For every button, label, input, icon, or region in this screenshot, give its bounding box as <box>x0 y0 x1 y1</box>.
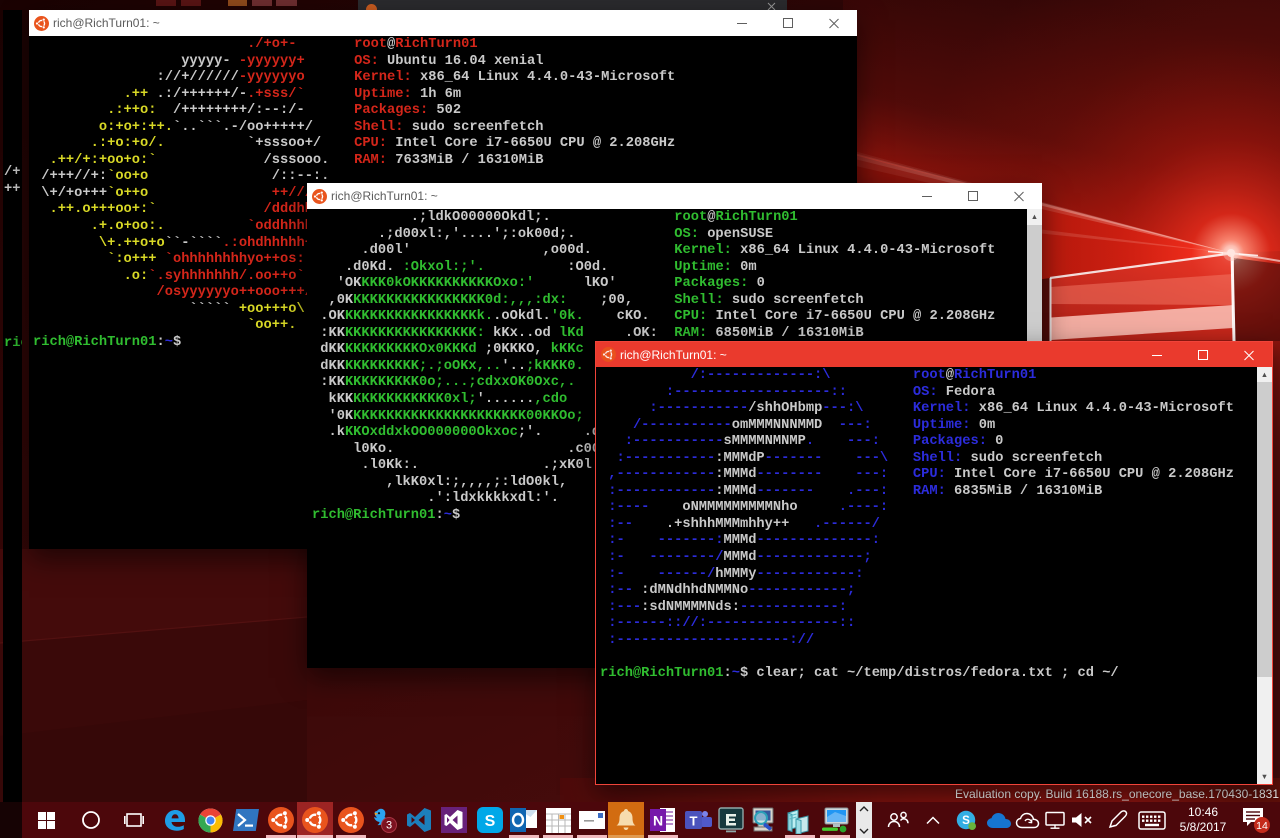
svg-text:14: 14 <box>1256 820 1268 832</box>
svg-text:N: N <box>653 813 663 829</box>
svg-text:S: S <box>485 813 496 830</box>
svg-text:3: 3 <box>386 820 392 832</box>
svg-text:T: T <box>689 813 697 828</box>
